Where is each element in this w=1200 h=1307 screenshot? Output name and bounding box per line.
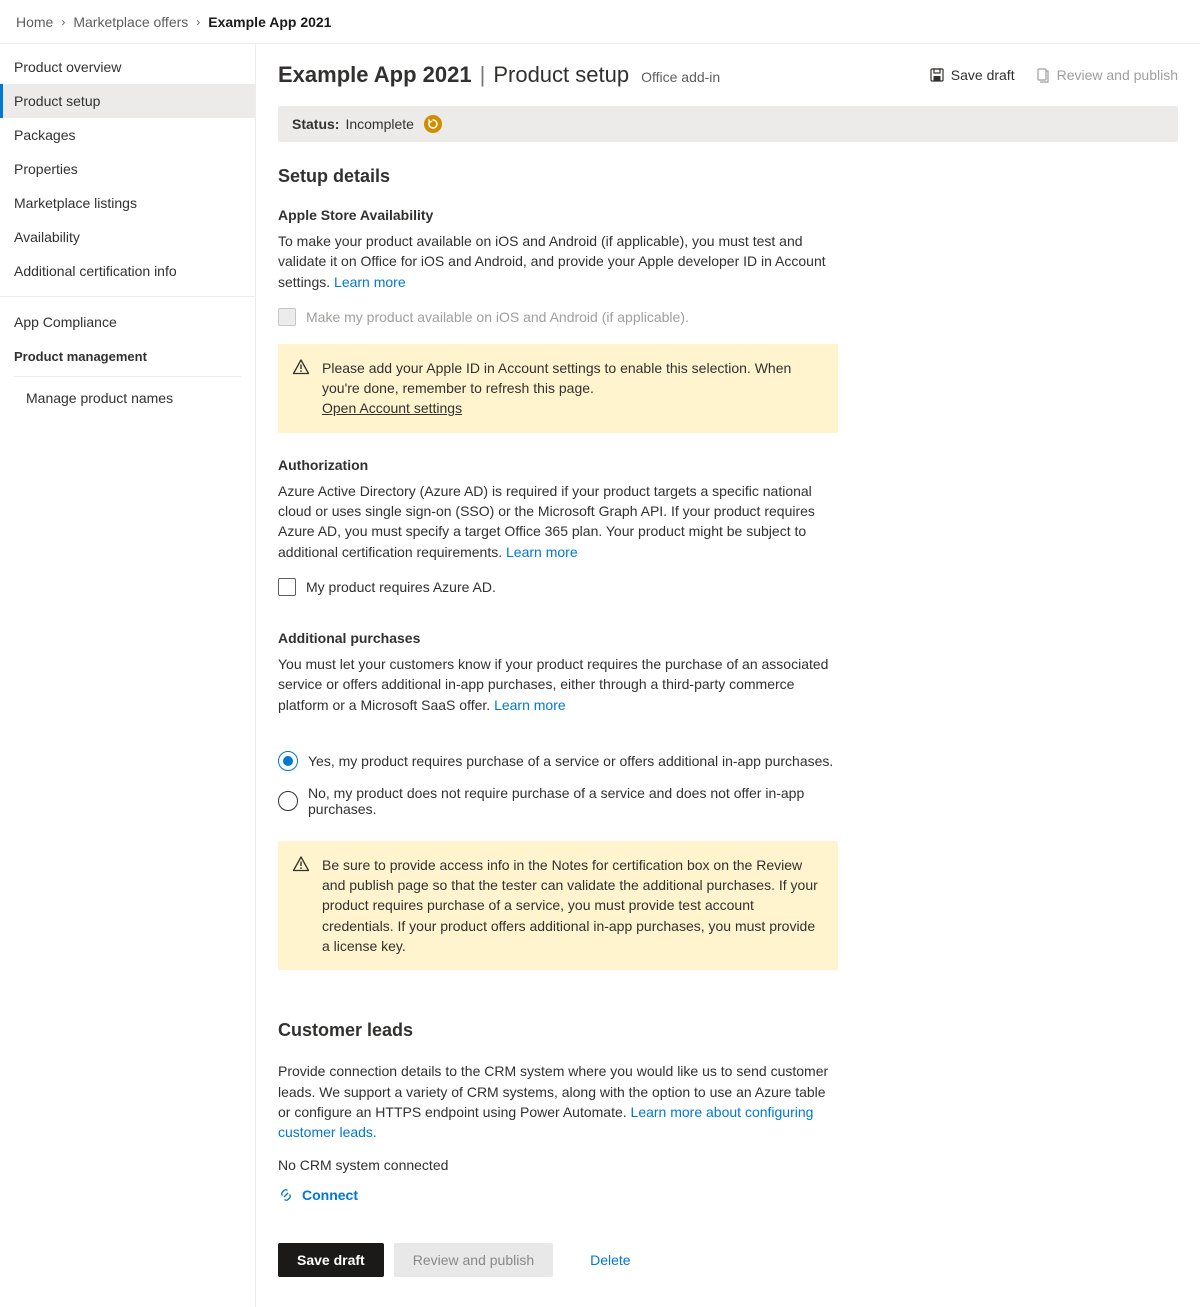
sidebar-item-marketplace-listings[interactable]: Marketplace listings (0, 186, 255, 220)
save-draft-button[interactable]: Save draft (929, 67, 1015, 83)
footer-delete-button[interactable]: Delete (563, 1243, 657, 1277)
setup-details-heading: Setup details (278, 166, 838, 187)
status-value: Incomplete (345, 116, 413, 132)
connect-label: Connect (302, 1187, 358, 1203)
warning-icon (292, 855, 310, 873)
azure-ad-checkbox-label: My product requires Azure AD. (306, 579, 496, 595)
save-draft-label: Save draft (951, 67, 1015, 83)
publish-icon (1035, 67, 1051, 83)
purchases-heading: Additional purchases (278, 630, 838, 646)
page-tag: Office add-in (641, 69, 720, 85)
leads-status: No CRM system connected (278, 1155, 838, 1175)
link-icon (278, 1187, 294, 1203)
purchases-radio-no[interactable] (278, 791, 298, 811)
apple-heading: Apple Store Availability (278, 207, 838, 223)
breadcrumb-current: Example App 2021 (208, 14, 331, 30)
status-bar: Status: Incomplete (278, 106, 1178, 142)
page-subtitle: Product setup (493, 62, 629, 88)
purchases-radio-yes[interactable] (278, 751, 298, 771)
purchases-notice-text: Be sure to provide access info in the No… (322, 857, 818, 954)
review-publish-label: Review and publish (1057, 67, 1178, 83)
warning-icon (292, 358, 310, 376)
chevron-right-icon: › (196, 15, 200, 29)
breadcrumb-home[interactable]: Home (16, 14, 53, 30)
sidebar-item-properties[interactable]: Properties (0, 152, 255, 186)
sidebar-item-availability[interactable]: Availability (0, 220, 255, 254)
breadcrumb: Home › Marketplace offers › Example App … (0, 0, 1200, 44)
chevron-right-icon: › (61, 15, 65, 29)
leads-heading: Customer leads (278, 1020, 838, 1041)
sidebar-heading-pm: Product management (0, 339, 255, 372)
status-incomplete-icon (424, 115, 442, 133)
open-account-settings-link[interactable]: Open Account settings (322, 400, 462, 416)
apple-learn-more-link[interactable]: Learn more (334, 274, 406, 290)
purchases-radio-yes-label: Yes, my product requires purchase of a s… (308, 753, 833, 769)
sidebar-item-product-setup[interactable]: Product setup (0, 84, 255, 118)
sidebar-item-manage-names[interactable]: Manage product names (0, 381, 255, 415)
footer-save-draft-button[interactable]: Save draft (278, 1243, 384, 1277)
azure-ad-checkbox[interactable] (278, 578, 296, 596)
sidebar-item-app-compliance[interactable]: App Compliance (0, 305, 255, 339)
title-separator: | (480, 62, 486, 88)
auth-learn-more-link[interactable]: Learn more (506, 544, 578, 560)
purchases-notice: Be sure to provide access info in the No… (278, 841, 838, 970)
apple-checkbox-label: Make my product available on iOS and And… (306, 309, 689, 325)
auth-heading: Authorization (278, 457, 838, 473)
apple-checkbox (278, 308, 296, 326)
apple-notice: Please add your Apple ID in Account sett… (278, 344, 838, 433)
main-content: Example App 2021 | Product setup Office … (256, 44, 1200, 1307)
purchases-learn-more-link[interactable]: Learn more (494, 697, 566, 713)
sidebar-item-overview[interactable]: Product overview (0, 50, 255, 84)
connect-button[interactable]: Connect (278, 1187, 838, 1203)
sidebar: Product overview Product setup Packages … (0, 44, 256, 1307)
footer-review-publish-button[interactable]: Review and publish (394, 1243, 553, 1277)
status-label: Status: (292, 116, 339, 132)
review-publish-button[interactable]: Review and publish (1035, 67, 1178, 83)
auth-body: Azure Active Directory (Azure AD) is req… (278, 481, 838, 562)
sidebar-item-certification[interactable]: Additional certification info (0, 254, 255, 288)
leads-body: Provide connection details to the CRM sy… (278, 1061, 838, 1142)
apple-notice-text: Please add your Apple ID in Account sett… (322, 360, 791, 396)
breadcrumb-offers[interactable]: Marketplace offers (73, 14, 188, 30)
page-title: Example App 2021 (278, 62, 472, 88)
purchases-body: You must let your customers know if your… (278, 654, 838, 715)
sidebar-item-packages[interactable]: Packages (0, 118, 255, 152)
purchases-radio-no-label: No, my product does not require purchase… (308, 785, 838, 817)
save-icon (929, 67, 945, 83)
apple-body: To make your product available on iOS an… (278, 231, 838, 292)
